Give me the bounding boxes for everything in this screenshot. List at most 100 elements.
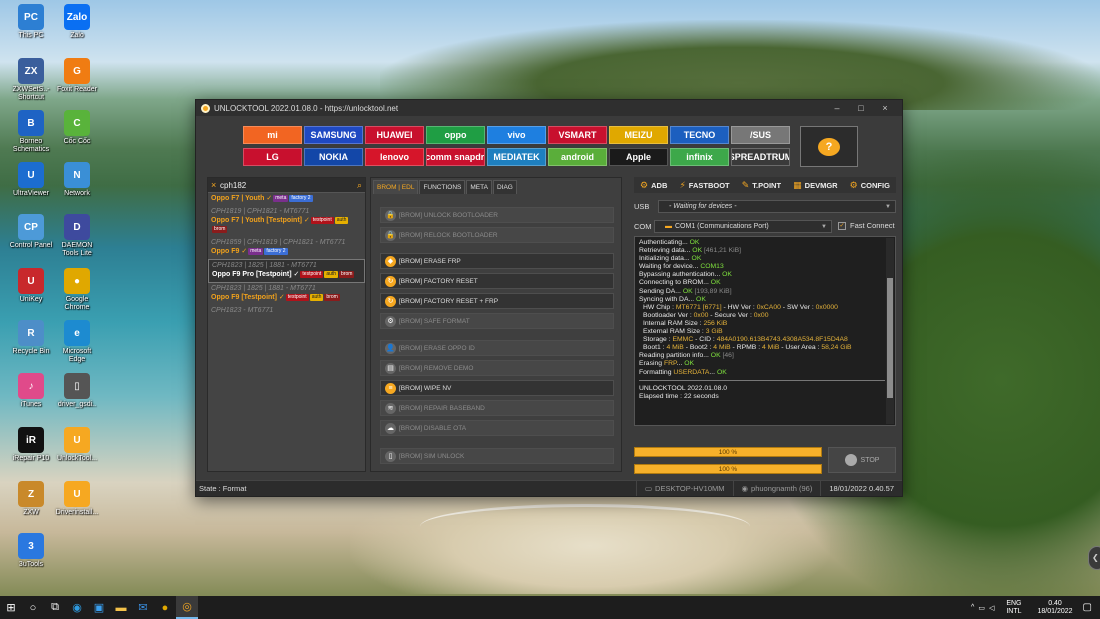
brand-button[interactable]: VSMART <box>548 126 607 144</box>
tool-adb[interactable]: ⚙ ADB <box>640 180 667 191</box>
brand-button[interactable]: Apple <box>609 148 668 166</box>
desktop-icon[interactable]: C Cốc Cốc <box>54 110 100 146</box>
log-segment: Formatting <box>639 368 674 376</box>
tool-fastboot[interactable]: ⚡ FASTBOOT <box>679 180 729 191</box>
maximize-button[interactable]: □ <box>849 103 873 113</box>
chrome-icon[interactable]: ● <box>154 596 176 619</box>
brand-button[interactable]: mi <box>243 126 302 144</box>
tool-tpoint[interactable]: ✎ T.POINT <box>742 180 781 191</box>
list-item[interactable]: CPH1823 | 1825 | 1881 - MT6771 Oppo F9 [T… <box>208 283 365 305</box>
desktop-icon[interactable]: U Driverinstall... <box>54 481 100 517</box>
brand-button[interactable]: LG <box>243 148 302 166</box>
unlocktool-taskbar-icon[interactable]: ◎ <box>176 596 198 619</box>
function-button[interactable]: 🔒 [BROM] UNLOCK BOOTLOADER <box>380 207 614 223</box>
function-button[interactable]: ▯ [BROM] SIM UNLOCK <box>380 448 614 464</box>
stop-button[interactable]: STOP <box>828 447 896 473</box>
brand-button[interactable]: TECNO <box>670 126 729 144</box>
windows-start-icon[interactable]: ⊞ <box>0 596 22 619</box>
notification-icon[interactable]: ▢ <box>1083 602 1092 613</box>
desktop-icon[interactable]: Z ZXW <box>8 481 54 517</box>
close-button[interactable]: × <box>873 103 897 113</box>
brand-button[interactable]: infinix <box>670 148 729 166</box>
volume-icon[interactable]: ◁ <box>989 604 994 612</box>
com-select[interactable]: ▬ COM1 (Communications Port) ▼ <box>654 220 832 233</box>
chevron-left-icon[interactable]: ❮ <box>1088 546 1100 570</box>
brand-button[interactable]: SAMSUNG <box>304 126 363 144</box>
desktop-icon[interactable]: U UnlockTool... <box>54 427 100 463</box>
list-item[interactable]: CPH1823 - MT6771 <box>208 305 365 318</box>
function-button[interactable]: ⚙ [BROM] SAFE FORMAT <box>380 313 614 329</box>
function-button[interactable]: ☁ [BROM] DISABLE OTA <box>380 420 614 436</box>
brand-button[interactable]: MEDIATEK <box>487 148 546 166</box>
list-item[interactable]: Oppo F7 | Youth ✓ meta factory 2 <box>208 193 365 206</box>
list-item[interactable]: CPH1823 | 1825 | 1881 - MT6771 Oppo F9 Pr… <box>208 259 365 283</box>
desktop-icon[interactable]: B Borneo Schematics <box>8 110 54 153</box>
desktop-icon[interactable]: Zalo Zalo <box>54 4 100 40</box>
function-label: [BROM] ERASE OPPO ID <box>399 344 475 352</box>
desktop-icon[interactable]: U UltraViewer <box>8 162 54 198</box>
desktop-icon[interactable]: D DAEMON Tools Lite <box>54 214 100 257</box>
desktop-icon[interactable]: ♪ iTunes <box>8 373 54 409</box>
brand-button[interactable]: vivo <box>487 126 546 144</box>
brand-button[interactable]: HUAWEI <box>365 126 424 144</box>
desktop-app-icon: U <box>18 162 44 188</box>
brand-button[interactable]: lenovo <box>365 148 424 166</box>
usb-select[interactable]: - Waiting for devices - ▼ <box>658 200 896 213</box>
clear-search-icon[interactable]: × <box>211 180 220 190</box>
store-icon[interactable]: ▣ <box>88 596 110 619</box>
desktop-icon[interactable]: U UniKey <box>8 268 54 304</box>
function-button[interactable]: ↻ [BROM] FACTORY RESET <box>380 273 614 289</box>
desktop-icon[interactable]: CP Control Panel <box>8 214 54 250</box>
search-input[interactable] <box>220 180 357 190</box>
edge-icon[interactable]: ◉ <box>66 596 88 619</box>
function-button[interactable]: 👤 [BROM] ERASE OPPO ID <box>380 340 614 356</box>
brand-button[interactable]: android <box>548 148 607 166</box>
tab-brom-edl[interactable]: BROM | EDL <box>373 180 419 194</box>
function-button[interactable]: ≋ [BROM] REPAIR BASEBAND <box>380 400 614 416</box>
brand-button[interactable]: oppo <box>426 126 485 144</box>
language-indicator[interactable]: ENG INTL <box>1006 600 1021 616</box>
list-item[interactable]: CPH1819 | CPH1821 - MT6771 Oppo F7 | Yout… <box>208 206 365 237</box>
desktop-icon[interactable]: 3 3uTools <box>8 533 54 569</box>
desktop-icon[interactable]: PC This PC <box>8 4 54 40</box>
network-icon[interactable]: ▭ <box>978 604 985 612</box>
tool-config[interactable]: ⚙ CONFIG <box>850 180 890 191</box>
function-button[interactable]: 🔒 [BROM] RELOCK BOOTLOADER <box>380 227 614 243</box>
desktop-icon[interactable]: ▯ driver_gsdi.. <box>54 373 100 409</box>
function-button[interactable]: ≡ [BROM] WIPE NV <box>380 380 614 396</box>
tool-devmgr[interactable]: ▦ DEVMGR <box>793 180 837 191</box>
brand-button[interactable]: /SUS <box>731 126 790 144</box>
desktop-icon[interactable]: N Network <box>54 162 100 198</box>
desktop-icon[interactable]: iR iRepair P10 <box>8 427 54 463</box>
file-explorer-icon[interactable]: ▬ <box>110 596 132 619</box>
clock[interactable]: 0.40 18/01/2022 <box>1038 600 1073 616</box>
brand-button[interactable]: NOKIA <box>304 148 363 166</box>
minimize-button[interactable]: – <box>825 103 849 113</box>
function-button[interactable]: ◆ [BROM] ERASE FRP <box>380 253 614 269</box>
desktop-icon[interactable]: G Foxit Reader <box>54 58 100 94</box>
scrollbar-thumb[interactable] <box>887 278 893 398</box>
mail-icon[interactable]: ✉ <box>132 596 154 619</box>
function-label: [BROM] UNLOCK BOOTLOADER <box>399 211 498 219</box>
fast-connect-checkbox[interactable]: ✓ Fast Connect <box>838 221 895 230</box>
tab-meta[interactable]: META <box>466 180 492 194</box>
tab-diag[interactable]: DIAG <box>492 180 517 194</box>
log-scrollbar[interactable] <box>886 238 894 424</box>
brand-button[interactable]: Qualcomm snapdragon <box>426 148 485 166</box>
search-icon[interactable]: ○ <box>22 596 44 619</box>
task-view-icon[interactable]: ⧉ <box>44 596 66 619</box>
function-button[interactable]: ▤ [BROM] REMOVE DEMO <box>380 360 614 376</box>
tab-functions[interactable]: FUNCTIONS <box>419 180 466 194</box>
search-icon[interactable]: ⌕ <box>357 180 362 191</box>
brand-button[interactable]: SPREADTRUM <box>731 148 790 166</box>
help-button[interactable]: ? <box>800 126 858 167</box>
function-button[interactable]: ↻ [BROM] FACTORY RESET + FRP <box>380 293 614 309</box>
chevron-up-icon[interactable]: ^ <box>971 604 974 611</box>
brand-button[interactable]: MEIZU <box>609 126 668 144</box>
log-output[interactable]: Authenticating... OK Retrieving data... O… <box>634 236 896 426</box>
desktop-icon[interactable]: e Microsoft Edge <box>54 320 100 363</box>
desktop-icon[interactable]: ZX ZXWSetS..-Shortcut <box>8 58 54 101</box>
desktop-icon[interactable]: R Recycle Bin <box>8 320 54 356</box>
list-item[interactable]: CPH1859 | CPH1819 | CPH1821 - MT6771 Oppo… <box>208 237 365 259</box>
desktop-icon[interactable]: ● Google Chrome <box>54 268 100 311</box>
